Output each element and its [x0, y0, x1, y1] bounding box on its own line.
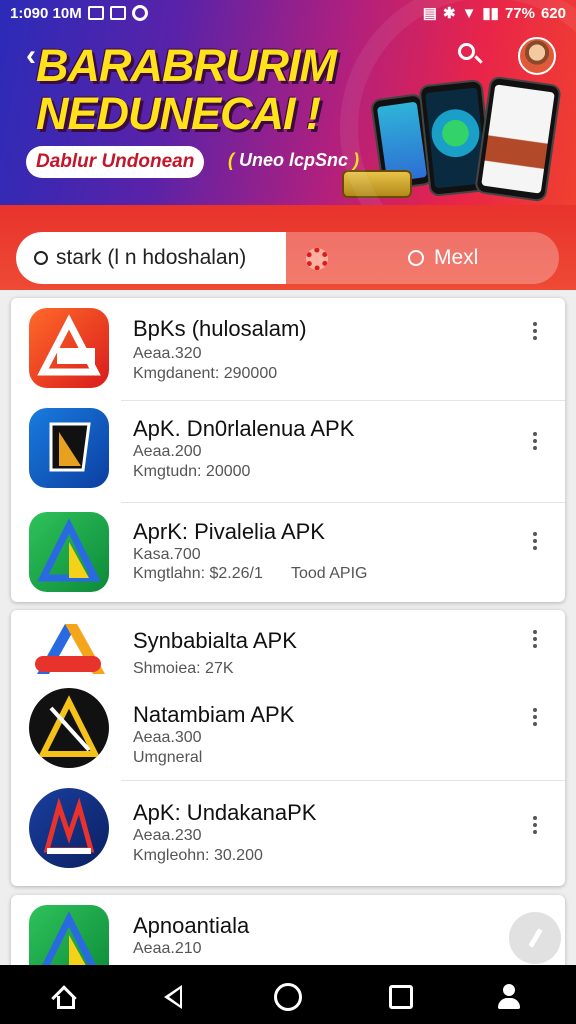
keypad-illustration — [342, 170, 412, 198]
status-extra: 620 — [540, 4, 566, 22]
next-button[interactable]: Mexl — [408, 232, 478, 284]
list-item[interactable]: Synbabialta APK Shmoiea: 27K — [11, 610, 565, 696]
list-item[interactable]: BpKs (hulosalam) Aeaa.320 Kmgdanent: 290… — [11, 298, 565, 400]
app-icon — [29, 512, 109, 592]
list-item[interactable]: Apnoantiala Aeaa.210 — [11, 895, 565, 965]
sync-icon — [131, 5, 148, 21]
gear-icon[interactable] — [306, 248, 328, 270]
app-list-card: Synbabialta APK Shmoiea: 27K Natambiam A… — [11, 610, 565, 886]
more-vert-icon[interactable] — [529, 708, 541, 730]
bluetooth-icon: ✱ — [442, 5, 456, 22]
wifi-icon: ▼ — [461, 4, 477, 22]
battery-percent: 77% — [504, 4, 535, 22]
app-name: Apnoantiala — [133, 913, 250, 938]
phone-illustration — [418, 78, 494, 198]
banner-subtitle-text: Uneo lcpSnc — [239, 150, 349, 170]
app-meta: Aeaa.320 — [133, 345, 202, 362]
app-name: Natambiam APK — [133, 702, 295, 727]
app-icon — [29, 408, 109, 488]
pen-icon — [527, 928, 543, 948]
arrow-left-icon: ‹ — [26, 39, 36, 72]
app-meta: Tood APIG — [291, 565, 368, 582]
app-meta: Aeaa.230 — [133, 827, 202, 844]
app-list-card: BpKs (hulosalam) Aeaa.320 Kmgdanent: 290… — [11, 298, 565, 602]
app-meta: Umgneral — [133, 749, 203, 766]
person-icon[interactable] — [495, 983, 523, 1011]
phone-illustration — [474, 75, 562, 203]
back-button[interactable]: ‹ — [16, 39, 46, 72]
app-meta: Kmgtudn: 20000 — [133, 463, 251, 480]
edit-fab-button[interactable] — [509, 912, 561, 964]
app-list-card: Apnoantiala Aeaa.210 — [11, 895, 565, 975]
search-bar-area: stark (l n hdoshalan) Mexl — [0, 205, 576, 290]
signal-icon: ▮▮ — [482, 5, 499, 22]
list-item[interactable]: ApK: UndakanaPK Aeaa.230 Kmgleohn: 30.20… — [11, 780, 565, 886]
next-button-label: Mexl — [434, 246, 479, 269]
more-vert-icon[interactable] — [529, 532, 541, 554]
list-item[interactable]: ApK. Dn0rlalenua APK Aeaa.200 Kmgtudn: 2… — [11, 400, 565, 502]
app-name: ApK. Dn0rlalenua APK — [133, 416, 355, 441]
app-meta: Kmgtlahn: $2.26/1 — [133, 565, 263, 582]
list-item[interactable]: Natambiam APK Aeaa.300 Umgneral — [11, 682, 565, 780]
search-input[interactable]: stark (l n hdoshalan) — [16, 232, 286, 284]
list-item[interactable]: AprK: Pivalelia APK Kasa.700 Kmgtlahn: $… — [11, 502, 565, 602]
app-name: ApK: UndakanaPK — [133, 800, 317, 825]
system-nav-bar — [0, 965, 576, 1024]
square-recents-icon[interactable] — [389, 985, 413, 1009]
status-time: 1:090 10M — [10, 4, 82, 22]
more-vert-icon[interactable] — [529, 322, 541, 344]
search-icon — [458, 43, 475, 60]
app-meta: Aeaa.210 — [133, 940, 202, 957]
app-meta: Aeaa.200 — [133, 443, 202, 460]
home-icon[interactable] — [51, 983, 80, 1011]
vibrate-icon: ▤ — [422, 5, 437, 22]
search-icon — [408, 250, 424, 266]
banner-pill: Dablur Undonean — [26, 146, 205, 178]
search-button[interactable] — [455, 40, 485, 70]
app-meta: Kmgleohn: 30.200 — [133, 847, 263, 864]
back-triangle-icon[interactable] — [160, 983, 188, 1011]
more-vert-icon[interactable] — [529, 432, 541, 454]
circle-home-icon[interactable] — [274, 983, 302, 1011]
search-icon — [34, 251, 48, 265]
app-name: BpKs (hulosalam) — [133, 316, 307, 341]
banner-subtitle: ( Uneo lcpSnc ) — [228, 150, 360, 170]
app-icon — [29, 688, 109, 768]
more-vert-icon[interactable] — [529, 816, 541, 838]
search-pill: stark (l n hdoshalan) Mexl — [16, 232, 559, 284]
notification-icon — [87, 6, 104, 20]
mail-icon — [109, 6, 126, 20]
more-vert-icon[interactable] — [529, 630, 541, 652]
app-meta: Kasa.700 — [133, 546, 201, 563]
search-input-value: stark (l n hdoshalan) — [56, 246, 247, 269]
phone-illustration — [369, 92, 435, 192]
avatar[interactable] — [518, 37, 556, 75]
status-bar: 1:090 10M ▤ ✱ ▼ ▮▮ 77% 620 — [0, 0, 576, 26]
header-banner: BARABRURIM NEDUNECAI ! Dablur Undonean (… — [0, 0, 576, 205]
app-icon — [29, 308, 109, 388]
app-name: AprK: Pivalelia APK — [133, 519, 325, 544]
app-meta: Aeaa.300 — [133, 729, 202, 746]
app-meta: Shmoiea: 27K — [133, 660, 234, 677]
app-icon — [29, 788, 109, 868]
banner-title-line1: BARABRURIM — [36, 40, 337, 91]
app-icon — [29, 905, 109, 965]
banner-title: BARABRURIM NEDUNECAI ! — [36, 42, 436, 138]
banner-title-line2: NEDUNECAI ! — [36, 88, 321, 139]
app-name: Synbabialta APK — [133, 628, 297, 653]
app-meta: Kmgdanent: 290000 — [133, 365, 278, 382]
